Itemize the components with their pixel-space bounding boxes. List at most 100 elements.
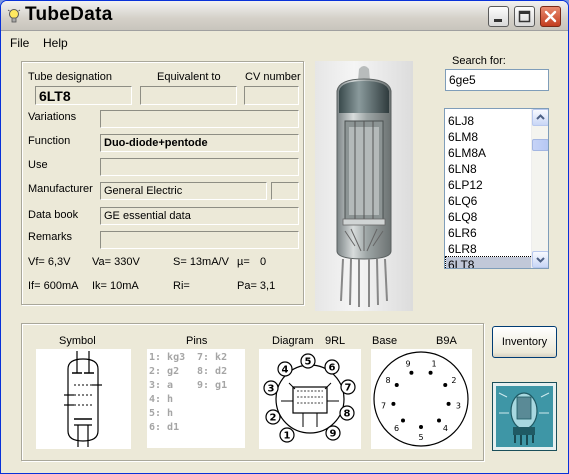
base-pin-dot: [391, 401, 396, 406]
maximize-icon: [518, 10, 531, 23]
pin-9: 9: g1: [197, 380, 228, 391]
diagram-pin-number: 1: [284, 431, 291, 442]
base-pin-number: 4: [443, 424, 448, 433]
function-field[interactable]: Duo-diode+pentode: [100, 134, 299, 152]
minimize-button[interactable]: [488, 6, 509, 27]
list-item[interactable]: 6LM8A: [446, 145, 532, 161]
base-pin-number: 9: [405, 359, 410, 368]
base-pin-number: 2: [451, 376, 456, 385]
menu-file[interactable]: File: [10, 36, 29, 50]
base-label: Base: [372, 335, 398, 347]
diagram-pin-number: 5: [305, 357, 312, 368]
spec-mu: µ=: [237, 256, 250, 268]
list-item[interactable]: 6LP12: [446, 177, 532, 193]
menu-help[interactable]: Help: [43, 36, 68, 50]
base-pin-number: 3: [456, 402, 461, 411]
spec-pa: Pa= 3,1: [237, 280, 276, 292]
base-code: B9A: [436, 335, 457, 347]
lightbulb-icon: [7, 9, 21, 23]
scroll-up-button[interactable]: [532, 109, 548, 126]
spec-mu-value: 0: [260, 256, 267, 268]
list-item[interactable]: 6LQ8: [446, 209, 532, 225]
spec-ri: Ri=: [173, 280, 190, 292]
spec-vf: Vf= 6,3V: [28, 256, 71, 268]
use-field[interactable]: [100, 158, 299, 176]
diagram-pin-number: 8: [344, 409, 351, 420]
manufacturer-extra-field[interactable]: [271, 182, 299, 200]
title-bar[interactable]: TubeData: [1, 1, 568, 31]
equivalent-field[interactable]: [140, 86, 237, 105]
list-item[interactable]: 6LQ6: [446, 193, 532, 209]
base-pin-number: 1: [431, 359, 436, 368]
list-item[interactable]: 6LJ8: [446, 113, 532, 129]
window-title: TubeData: [25, 4, 113, 25]
designation-field[interactable]: 6LT8: [35, 86, 132, 105]
main-window: TubeData File Help Tube designation Equi…: [0, 0, 569, 474]
spec-s: S= 13mA/V: [173, 256, 229, 268]
maximize-button[interactable]: [514, 6, 535, 27]
pin-8: 8: d2: [197, 366, 228, 377]
base-view: 1 2 3 4 5 6 7 8 9: [371, 349, 472, 449]
list-item[interactable]: 6LR8: [446, 241, 532, 257]
search-label: Search for:: [452, 55, 506, 67]
remarks-field[interactable]: [100, 231, 299, 249]
pin-6: 6: d1: [149, 422, 180, 433]
tube-logo[interactable]: [492, 382, 557, 451]
tube-list[interactable]: 6LJ8 6LM8 6LM8A 6LN8 6LP12 6LQ6 6LQ8 6LR6 6LR8 6L…: [444, 108, 549, 269]
tube-photo: [315, 61, 413, 311]
list-item[interactable]: 6LR6: [446, 225, 532, 241]
spec-va: Va= 330V: [92, 256, 140, 268]
inventory-button[interactable]: Inventory: [492, 326, 557, 358]
databook-label: Data book: [28, 209, 79, 221]
pin-1: 1: kg3: [149, 352, 186, 363]
cv-field[interactable]: [244, 86, 299, 105]
symbol-label: Symbol: [59, 335, 96, 347]
manufacturer-field[interactable]: General Electric: [100, 182, 267, 200]
use-label: Use: [28, 159, 48, 171]
remarks-label: Remarks: [28, 231, 73, 243]
pin-list: 1: kg3 2: g2 3: a 4: h 5: h 6: d1 7: k2 …: [147, 349, 245, 448]
variations-label: Variations: [28, 111, 77, 123]
databook-field[interactable]: GE essential data: [100, 207, 299, 225]
diagram-pin-number: 2: [270, 413, 277, 424]
cv-header: CV number: [245, 71, 301, 83]
base-pin-dot: [401, 418, 406, 423]
base-pin-dot: [394, 383, 399, 387]
designation-header: Tube designation: [28, 71, 112, 83]
equivalent-header: Equivalent to: [157, 71, 221, 83]
list-item[interactable]: 6LN8: [446, 161, 532, 177]
close-icon: [544, 10, 557, 23]
diagram-label: Diagram: [272, 335, 314, 347]
base-pin-dot: [446, 401, 451, 406]
close-button[interactable]: [540, 6, 561, 27]
diagram-pin-number: 7: [345, 383, 352, 394]
pin-diagram: 12 34 5 67 89: [259, 349, 361, 449]
scroll-down-button[interactable]: [532, 251, 548, 268]
pin-4: 4: h: [149, 394, 174, 405]
minimize-icon: [494, 19, 502, 22]
scroll-thumb[interactable]: [532, 139, 548, 151]
tube-symbol: [36, 349, 131, 449]
list-item[interactable]: 6LT8: [445, 256, 533, 268]
base-pin-dot: [428, 370, 433, 375]
pin-5: 5: h: [149, 408, 174, 419]
diagram-pin-number: 4: [282, 365, 289, 376]
variations-field[interactable]: [100, 110, 299, 128]
manufacturer-label: Manufacturer: [28, 183, 93, 195]
pin-2: 2: g2: [149, 366, 180, 377]
list-scrollbar[interactable]: [531, 109, 548, 268]
base-pin-dot: [409, 370, 414, 375]
spec-if: If= 600mA: [28, 280, 79, 292]
pin-3: 3: a: [149, 380, 174, 391]
pin-7: 7: k2: [197, 352, 228, 363]
diagram-code: 9RL: [325, 335, 346, 347]
pins-label: Pins: [186, 335, 208, 347]
base-pin-number: 8: [386, 376, 391, 385]
menu-bar: File Help: [1, 32, 568, 52]
list-item[interactable]: 6LM8: [446, 129, 532, 145]
base-pin-dot: [436, 418, 441, 423]
search-input[interactable]: 6ge5: [445, 69, 549, 91]
arrow-down-icon: [536, 257, 545, 263]
base-pin-number: 7: [381, 402, 386, 411]
base-pin-number: 5: [418, 433, 423, 442]
